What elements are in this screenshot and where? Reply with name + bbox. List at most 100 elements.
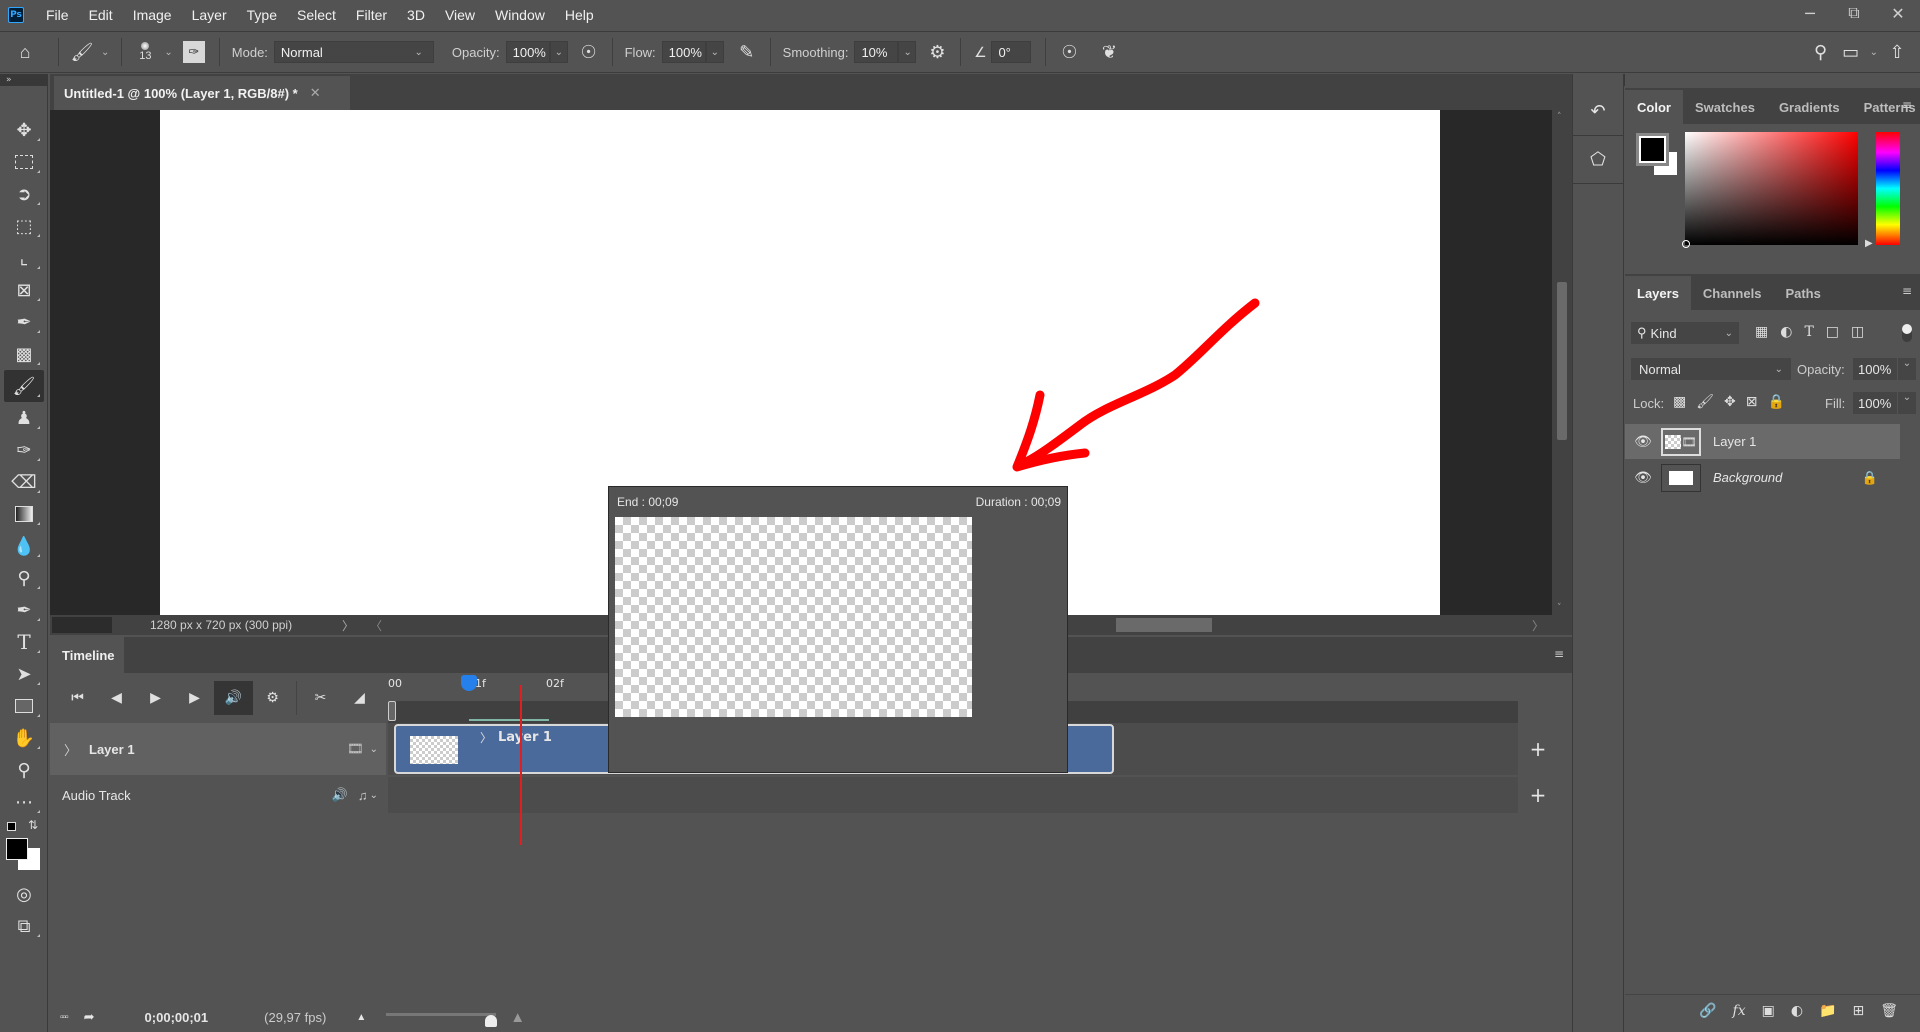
fill-dropdown[interactable]: ⌄ <box>1898 392 1916 414</box>
flow-dropdown[interactable]: ⌄ <box>705 41 724 63</box>
clone-stamp-tool[interactable]: ♟ <box>4 402 44 434</box>
edit-toolbar-button[interactable]: ⋯ <box>4 786 44 818</box>
hue-slider[interactable] <box>1876 132 1900 245</box>
eyedropper-tool[interactable]: ✒ <box>4 306 44 338</box>
home-button[interactable]: ⌂ <box>0 42 50 63</box>
opacity-dropdown[interactable]: ⌄ <box>549 41 568 63</box>
chevron-down-icon[interactable]: ⌄ <box>370 744 378 755</box>
color-picker-cursor[interactable] <box>1682 240 1690 248</box>
history-panel-button[interactable]: ↶ <box>1573 88 1623 136</box>
scroll-up-icon[interactable]: ˄ <box>1557 112 1562 122</box>
lock-all-icon[interactable]: 🔒 <box>1767 394 1784 410</box>
menu-view[interactable]: View <box>435 7 485 23</box>
dodge-tool[interactable]: ⚲ <box>4 562 44 594</box>
foreground-color-swatch[interactable] <box>1636 133 1669 166</box>
pen-tool[interactable]: ✒ <box>4 594 44 626</box>
track-layer-1[interactable]: 〉 Layer 1 🎞 ⌄ <box>50 723 386 775</box>
marquee-tool[interactable] <box>4 146 44 178</box>
adjustment-filter-icon[interactable]: ◐ <box>1780 324 1792 340</box>
panel-menu-icon[interactable]: ≡ <box>1554 647 1564 661</box>
share-button[interactable]: ⇧ <box>1882 42 1912 63</box>
document-tab[interactable]: Untitled-1 @ 100% (Layer 1, RGB/8#) * ✕ <box>54 76 350 110</box>
status-menu-arrow-icon[interactable]: 〉 <box>342 617 354 634</box>
add-media-button[interactable]: + <box>1520 723 1556 775</box>
saturation-brightness-field[interactable] <box>1682 132 1858 248</box>
healing-brush-tool[interactable]: ▩ <box>4 338 44 370</box>
brush-settings-toggle[interactable]: ✑ <box>182 41 205 63</box>
smoothing-dropdown[interactable]: ⌄ <box>898 41 917 63</box>
tool-preset-picker[interactable]: 🖌 <box>67 42 97 63</box>
layer-row-background[interactable]: 👁 Background 🔒 <box>1625 460 1900 495</box>
first-frame-button[interactable]: ⏮ <box>58 681 97 715</box>
restore-button[interactable]: ⧉ <box>1832 0 1876 26</box>
transition-button[interactable]: ◢ <box>340 681 379 715</box>
tab-color[interactable]: Color <box>1625 90 1683 124</box>
type-tool[interactable]: T <box>4 626 44 658</box>
menu-3d[interactable]: 3D <box>397 7 435 23</box>
smoothing-options-button[interactable]: ⚙ <box>922 42 952 63</box>
add-audio-button[interactable]: + <box>1520 777 1556 813</box>
lock-position-icon[interactable]: ✥ <box>1724 394 1736 410</box>
hand-tool[interactable]: ✋ <box>4 722 44 754</box>
path-selection-tool[interactable]: ➤ <box>4 658 44 690</box>
tab-swatches[interactable]: Swatches <box>1683 90 1767 124</box>
frame-animation-icon[interactable]: ▫▫▫ <box>60 1012 69 1023</box>
history-brush-tool[interactable]: ✑ <box>4 434 44 466</box>
work-area-start-handle[interactable] <box>388 701 396 721</box>
music-note-icon[interactable]: ♫ <box>358 788 368 803</box>
menu-type[interactable]: Type <box>237 7 287 23</box>
default-colors-icon[interactable] <box>7 822 16 831</box>
toolbar-collapse[interactable]: » <box>0 74 48 86</box>
flow-input[interactable]: 100% <box>661 41 706 63</box>
tab-gradients[interactable]: Gradients <box>1767 90 1852 124</box>
next-frame-button[interactable]: ▶ <box>175 681 214 715</box>
filter-toggle[interactable] <box>1902 324 1912 342</box>
layer-opacity-input[interactable]: 100% <box>1853 358 1897 380</box>
visibility-eye-icon[interactable]: 👁 <box>1625 469 1661 486</box>
new-layer-icon[interactable]: ⊞ <box>1852 1003 1864 1019</box>
new-group-icon[interactable]: 📁 <box>1819 1003 1836 1019</box>
timeline-zoom-slider[interactable] <box>386 1007 497 1027</box>
expand-clip-icon[interactable]: 〉 <box>480 729 492 746</box>
swap-colors-icon[interactable]: ⇅ <box>28 818 38 832</box>
playback-settings-button[interactable]: ⚙ <box>253 681 292 715</box>
shape-filter-icon[interactable]: □ <box>1826 324 1839 340</box>
gradient-tool[interactable] <box>4 498 44 530</box>
zoom-out-icon[interactable]: ▲ <box>356 1012 366 1023</box>
zoom-in-icon[interactable]: ▲ <box>510 1009 525 1026</box>
close-button[interactable]: ✕ <box>1876 0 1920 26</box>
pixel-filter-icon[interactable]: ▦ <box>1755 324 1768 340</box>
tab-channels[interactable]: Channels <box>1691 276 1774 310</box>
quick-mask-button[interactable]: ◎ <box>4 878 44 910</box>
speaker-icon[interactable]: 🔊 <box>332 787 348 803</box>
delete-layer-icon[interactable]: 🗑 <box>1880 1003 1898 1019</box>
zoom-level-field[interactable] <box>52 617 112 633</box>
chevron-down-icon[interactable]: ⌄ <box>370 790 378 801</box>
playhead-handle[interactable] <box>461 675 477 691</box>
brush-preset-picker[interactable]: 13 <box>130 42 160 62</box>
expand-track-icon[interactable]: 〉 <box>64 740 77 759</box>
fill-input[interactable]: 100% <box>1853 392 1897 414</box>
smart-object-filter-icon[interactable]: ◫ <box>1851 324 1864 340</box>
menu-help[interactable]: Help <box>555 7 604 23</box>
rectangle-tool[interactable] <box>4 690 44 722</box>
close-tab-icon[interactable]: ✕ <box>310 85 321 101</box>
fx-icon[interactable]: fx <box>1733 1003 1746 1019</box>
zoom-tool[interactable]: ⚲ <box>4 754 44 786</box>
blend-mode-select[interactable]: Normal ⌄ <box>1631 358 1791 380</box>
hue-slider-handle[interactable]: ▶ <box>1865 238 1873 249</box>
play-button[interactable]: ▶ <box>136 681 175 715</box>
add-mask-icon[interactable]: ▣ <box>1762 1003 1775 1019</box>
opacity-input[interactable]: 100% <box>505 41 550 63</box>
object-selection-tool[interactable]: ⬚ <box>4 210 44 242</box>
menu-select[interactable]: Select <box>287 7 346 23</box>
lock-transparency-icon[interactable]: ▩ <box>1673 394 1686 410</box>
workspace-button[interactable]: ▭ <box>1836 42 1866 63</box>
scroll-down-icon[interactable]: ˅ <box>1557 603 1562 613</box>
smoothing-input[interactable]: 10% <box>854 41 899 63</box>
minimize-button[interactable]: ─ <box>1788 0 1832 26</box>
link-layers-icon[interactable]: 🔗 <box>1699 1003 1716 1019</box>
scroll-left-icon[interactable]: 〈 <box>370 617 382 634</box>
menu-filter[interactable]: Filter <box>346 7 397 23</box>
adjustment-layer-icon[interactable]: ◐ <box>1791 1003 1803 1019</box>
